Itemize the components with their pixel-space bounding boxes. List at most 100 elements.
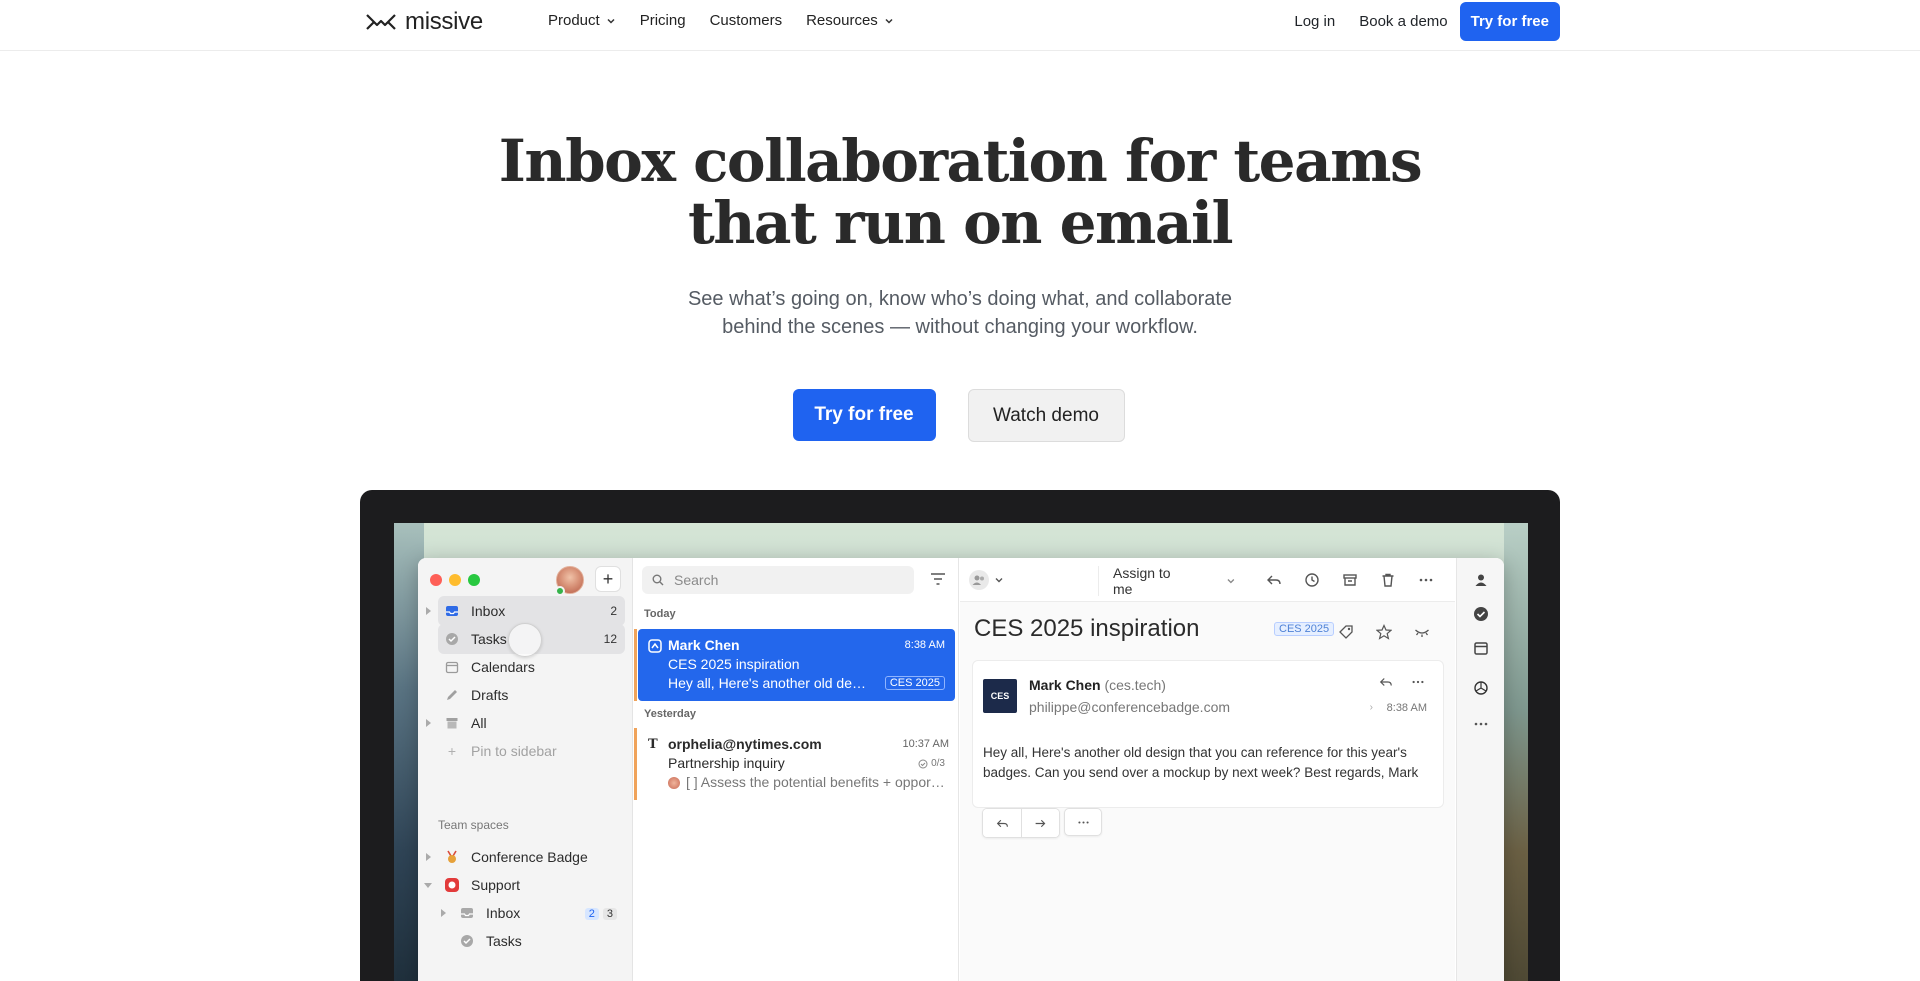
- compose-plus-button[interactable]: +: [595, 566, 621, 592]
- lifebuoy-icon: [444, 877, 460, 893]
- message-time: 8:38 AM: [1386, 702, 1427, 714]
- book-demo-link[interactable]: Book a demo: [1359, 13, 1447, 30]
- day-divider-yesterday: Yesterday: [644, 708, 696, 720]
- pin-to-sidebar-button[interactable]: + Pin to sidebar: [438, 736, 625, 766]
- conversation-time: 10:37 AM: [902, 738, 949, 750]
- search-input[interactable]: Search: [642, 566, 914, 594]
- hero-buttons: Try for free Watch demo: [0, 389, 1920, 442]
- nav-try-free-button[interactable]: Try for free: [1459, 1, 1560, 41]
- integrations-rail: [1456, 558, 1504, 981]
- hero-title: Inbox collaboration for teams that run o…: [0, 130, 1920, 254]
- message-sender: Mark Chen (ces.tech): [1029, 677, 1166, 693]
- search-placeholder: Search: [674, 572, 719, 588]
- assignees-dropdown[interactable]: [968, 568, 1008, 592]
- app-window: + Inbox 2 Tasks 12 Calendars Drafts All …: [418, 558, 1504, 981]
- filter-icon[interactable]: [930, 572, 946, 586]
- sidebar-support-inbox[interactable]: Inbox 23: [441, 898, 625, 928]
- conversation-list: Search Today Mark Chen 8:38 AM CES 2025 …: [634, 558, 959, 981]
- nav-actions: Log in Book a demo Try for free: [1294, 0, 1560, 42]
- assign-to-me-button[interactable]: Assign to me: [1098, 565, 1236, 597]
- sidebar-item-label: Tasks: [486, 933, 522, 949]
- conversation-toolbar: Assign to me: [960, 558, 1455, 602]
- sidebar-team-support[interactable]: Support: [424, 870, 625, 900]
- wallpaper-right: [1504, 523, 1528, 981]
- minimize-window-button[interactable]: [449, 574, 461, 586]
- more-integrations-icon[interactable]: [1473, 716, 1489, 732]
- app-sidebar: + Inbox 2 Tasks 12 Calendars Drafts All …: [418, 558, 633, 981]
- reply-icon[interactable]: [1266, 572, 1282, 588]
- brand-name: missive: [405, 8, 483, 35]
- conversation-subject: Partnership inquiry: [668, 755, 785, 771]
- message-more-button[interactable]: [1064, 808, 1102, 836]
- conversation-label-tag[interactable]: CES 2025: [884, 676, 945, 690]
- login-link[interactable]: Log in: [1294, 13, 1335, 30]
- contact-icon[interactable]: [1473, 572, 1489, 588]
- message-actions: [982, 808, 1102, 838]
- assignee-avatar: [668, 777, 680, 789]
- conversation-row[interactable]: T orphelia@nytimes.com 10:37 AM Partners…: [634, 728, 959, 800]
- day-divider-today: Today: [644, 608, 676, 620]
- reply-icon: [996, 819, 1008, 827]
- conversation-time: 8:38 AM: [904, 639, 945, 651]
- archive-icon: [444, 715, 460, 731]
- sidebar-item-label: Pin to sidebar: [471, 743, 557, 759]
- conversation-label-tag[interactable]: CES 2025: [1274, 622, 1335, 636]
- calendar-icon[interactable]: [1473, 640, 1489, 656]
- reading-pane: Assign to me CES 2025 inspiration CES 20…: [960, 558, 1455, 981]
- expand-arrow-icon[interactable]: [426, 607, 431, 615]
- expand-details-icon[interactable]: ›: [1370, 702, 1373, 713]
- close-window-button[interactable]: [430, 574, 442, 586]
- zoom-window-button[interactable]: [468, 574, 480, 586]
- tasks-check-icon[interactable]: [1473, 606, 1489, 622]
- unread-indicator-bar: [634, 728, 637, 800]
- watch-demo-button[interactable]: Watch demo: [967, 389, 1125, 442]
- tag-icon[interactable]: [1338, 624, 1354, 640]
- sidebar-item-all[interactable]: All: [426, 708, 625, 738]
- hero-try-free-button[interactable]: Try for free: [792, 389, 936, 441]
- collapse-eye-icon[interactable]: [1414, 624, 1430, 640]
- nav-pricing[interactable]: Pricing: [640, 12, 686, 29]
- nav-customers[interactable]: Customers: [710, 12, 783, 29]
- nytimes-logo-icon: T: [648, 737, 658, 752]
- window-controls: [430, 574, 480, 586]
- medal-icon: [444, 849, 460, 865]
- forward-button[interactable]: [1021, 809, 1059, 837]
- conversation-sender: Mark Chen: [668, 637, 740, 653]
- sidebar-item-calendars[interactable]: Calendars: [438, 652, 625, 682]
- conversation-row-selected[interactable]: Mark Chen 8:38 AM CES 2025 inspiration H…: [634, 629, 955, 701]
- star-icon[interactable]: [1376, 624, 1392, 640]
- sidebar-item-label: Inbox: [486, 905, 521, 921]
- nav-resources[interactable]: Resources: [806, 12, 894, 29]
- snooze-clock-icon[interactable]: [1304, 572, 1320, 588]
- collapse-arrow-icon[interactable]: [424, 883, 432, 888]
- brand-logo[interactable]: missive: [365, 8, 483, 36]
- nav-links: Product Pricing Customers Resources: [548, 12, 894, 29]
- search-icon: [652, 574, 664, 586]
- trash-icon[interactable]: [1380, 572, 1396, 588]
- more-options-icon[interactable]: [1418, 572, 1434, 588]
- sidebar-item-drafts[interactable]: Drafts: [438, 680, 625, 710]
- nav-product[interactable]: Product: [548, 12, 616, 29]
- inbox-icon: [444, 603, 460, 619]
- expand-arrow-icon[interactable]: [426, 853, 431, 861]
- message-card[interactable]: CES Mark Chen (ces.tech) philippe@confer…: [972, 660, 1444, 808]
- expand-arrow-icon[interactable]: [441, 909, 446, 917]
- expand-arrow-icon[interactable]: [426, 719, 431, 727]
- sidebar-support-tasks[interactable]: Tasks: [453, 926, 625, 956]
- message-sender-name: Mark Chen: [1029, 677, 1101, 693]
- sidebar-item-inbox[interactable]: Inbox 2: [426, 596, 625, 626]
- reply-button[interactable]: [983, 809, 1021, 837]
- more-options-icon: [1077, 820, 1089, 824]
- openai-icon[interactable]: [1473, 680, 1489, 696]
- archive-icon[interactable]: [1342, 572, 1358, 588]
- conversation-title: CES 2025 inspiration: [974, 615, 1200, 642]
- reply-icon[interactable]: [1379, 675, 1393, 689]
- sidebar-team-conference-badge[interactable]: Conference Badge: [426, 842, 625, 872]
- nav-customers-label: Customers: [709, 12, 783, 29]
- sender-logo: CES: [983, 679, 1017, 713]
- online-status-indicator: [555, 586, 565, 596]
- more-options-icon[interactable]: [1411, 675, 1425, 689]
- pencil-icon: [444, 687, 460, 703]
- chevron-down-icon: [995, 578, 1003, 583]
- sidebar-item-label: Conference Badge: [471, 849, 588, 865]
